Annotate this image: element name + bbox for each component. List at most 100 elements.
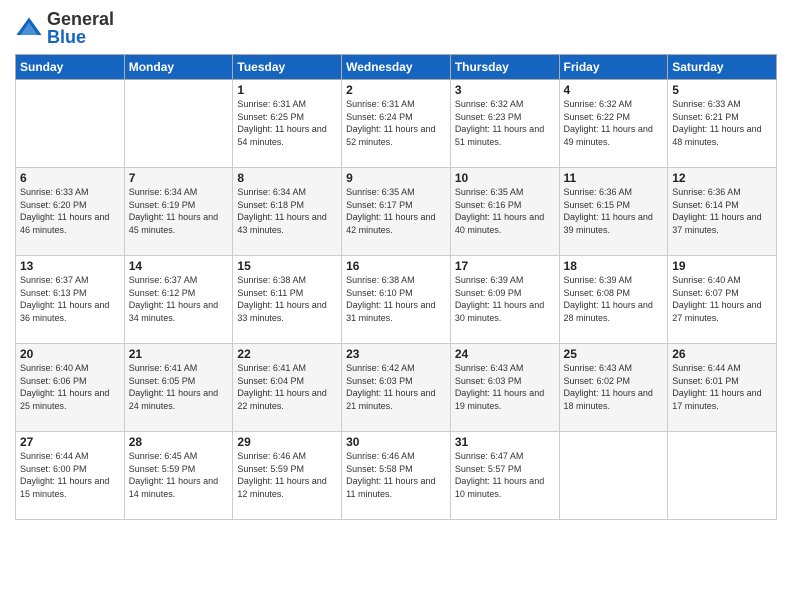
day-number: 21	[129, 347, 229, 361]
day-number: 12	[672, 171, 772, 185]
day-number: 11	[564, 171, 664, 185]
logo-general: General	[47, 9, 114, 29]
day-number: 27	[20, 435, 120, 449]
logo-blue: Blue	[47, 27, 86, 47]
day-number: 18	[564, 259, 664, 273]
day-number: 10	[455, 171, 555, 185]
day-info: Sunrise: 6:32 AM Sunset: 6:23 PM Dayligh…	[455, 98, 555, 148]
day-info: Sunrise: 6:41 AM Sunset: 6:05 PM Dayligh…	[129, 362, 229, 412]
calendar-cell: 9Sunrise: 6:35 AM Sunset: 6:17 PM Daylig…	[342, 168, 451, 256]
calendar-cell: 12Sunrise: 6:36 AM Sunset: 6:14 PM Dayli…	[668, 168, 777, 256]
week-row-4: 20Sunrise: 6:40 AM Sunset: 6:06 PM Dayli…	[16, 344, 777, 432]
calendar-cell: 24Sunrise: 6:43 AM Sunset: 6:03 PM Dayli…	[450, 344, 559, 432]
day-number: 19	[672, 259, 772, 273]
day-number: 14	[129, 259, 229, 273]
calendar-header-row: SundayMondayTuesdayWednesdayThursdayFrid…	[16, 55, 777, 80]
calendar-body: 1Sunrise: 6:31 AM Sunset: 6:25 PM Daylig…	[16, 80, 777, 520]
day-header-friday: Friday	[559, 55, 668, 80]
day-info: Sunrise: 6:34 AM Sunset: 6:19 PM Dayligh…	[129, 186, 229, 236]
calendar-cell: 17Sunrise: 6:39 AM Sunset: 6:09 PM Dayli…	[450, 256, 559, 344]
day-number: 6	[20, 171, 120, 185]
day-info: Sunrise: 6:31 AM Sunset: 6:25 PM Dayligh…	[237, 98, 337, 148]
calendar-cell: 31Sunrise: 6:47 AM Sunset: 5:57 PM Dayli…	[450, 432, 559, 520]
day-number: 17	[455, 259, 555, 273]
day-number: 22	[237, 347, 337, 361]
day-header-wednesday: Wednesday	[342, 55, 451, 80]
day-number: 4	[564, 83, 664, 97]
page: General Blue SundayMondayTuesdayWednesda…	[0, 0, 792, 612]
day-info: Sunrise: 6:46 AM Sunset: 5:58 PM Dayligh…	[346, 450, 446, 500]
week-row-5: 27Sunrise: 6:44 AM Sunset: 6:00 PM Dayli…	[16, 432, 777, 520]
calendar-cell: 2Sunrise: 6:31 AM Sunset: 6:24 PM Daylig…	[342, 80, 451, 168]
header: General Blue	[15, 10, 777, 46]
day-number: 26	[672, 347, 772, 361]
calendar-cell	[16, 80, 125, 168]
day-number: 7	[129, 171, 229, 185]
logo-icon	[15, 14, 43, 42]
calendar-cell: 13Sunrise: 6:37 AM Sunset: 6:13 PM Dayli…	[16, 256, 125, 344]
day-number: 30	[346, 435, 446, 449]
day-header-saturday: Saturday	[668, 55, 777, 80]
day-number: 28	[129, 435, 229, 449]
calendar-cell: 16Sunrise: 6:38 AM Sunset: 6:10 PM Dayli…	[342, 256, 451, 344]
calendar-cell: 5Sunrise: 6:33 AM Sunset: 6:21 PM Daylig…	[668, 80, 777, 168]
calendar-cell: 22Sunrise: 6:41 AM Sunset: 6:04 PM Dayli…	[233, 344, 342, 432]
day-info: Sunrise: 6:42 AM Sunset: 6:03 PM Dayligh…	[346, 362, 446, 412]
logo: General Blue	[15, 10, 114, 46]
day-info: Sunrise: 6:44 AM Sunset: 6:01 PM Dayligh…	[672, 362, 772, 412]
calendar-cell: 15Sunrise: 6:38 AM Sunset: 6:11 PM Dayli…	[233, 256, 342, 344]
calendar-cell: 11Sunrise: 6:36 AM Sunset: 6:15 PM Dayli…	[559, 168, 668, 256]
day-info: Sunrise: 6:31 AM Sunset: 6:24 PM Dayligh…	[346, 98, 446, 148]
calendar-cell: 4Sunrise: 6:32 AM Sunset: 6:22 PM Daylig…	[559, 80, 668, 168]
day-number: 2	[346, 83, 446, 97]
calendar-cell: 6Sunrise: 6:33 AM Sunset: 6:20 PM Daylig…	[16, 168, 125, 256]
day-info: Sunrise: 6:35 AM Sunset: 6:17 PM Dayligh…	[346, 186, 446, 236]
day-info: Sunrise: 6:35 AM Sunset: 6:16 PM Dayligh…	[455, 186, 555, 236]
calendar-cell: 19Sunrise: 6:40 AM Sunset: 6:07 PM Dayli…	[668, 256, 777, 344]
day-number: 24	[455, 347, 555, 361]
day-info: Sunrise: 6:45 AM Sunset: 5:59 PM Dayligh…	[129, 450, 229, 500]
day-info: Sunrise: 6:41 AM Sunset: 6:04 PM Dayligh…	[237, 362, 337, 412]
calendar-cell	[559, 432, 668, 520]
day-number: 1	[237, 83, 337, 97]
calendar-cell: 14Sunrise: 6:37 AM Sunset: 6:12 PM Dayli…	[124, 256, 233, 344]
day-number: 31	[455, 435, 555, 449]
day-number: 25	[564, 347, 664, 361]
calendar-cell: 21Sunrise: 6:41 AM Sunset: 6:05 PM Dayli…	[124, 344, 233, 432]
week-row-3: 13Sunrise: 6:37 AM Sunset: 6:13 PM Dayli…	[16, 256, 777, 344]
day-info: Sunrise: 6:37 AM Sunset: 6:12 PM Dayligh…	[129, 274, 229, 324]
calendar-cell: 18Sunrise: 6:39 AM Sunset: 6:08 PM Dayli…	[559, 256, 668, 344]
calendar-cell: 28Sunrise: 6:45 AM Sunset: 5:59 PM Dayli…	[124, 432, 233, 520]
day-info: Sunrise: 6:34 AM Sunset: 6:18 PM Dayligh…	[237, 186, 337, 236]
day-number: 15	[237, 259, 337, 273]
day-number: 3	[455, 83, 555, 97]
calendar-cell: 29Sunrise: 6:46 AM Sunset: 5:59 PM Dayli…	[233, 432, 342, 520]
day-info: Sunrise: 6:46 AM Sunset: 5:59 PM Dayligh…	[237, 450, 337, 500]
calendar-cell: 27Sunrise: 6:44 AM Sunset: 6:00 PM Dayli…	[16, 432, 125, 520]
day-info: Sunrise: 6:47 AM Sunset: 5:57 PM Dayligh…	[455, 450, 555, 500]
day-info: Sunrise: 6:40 AM Sunset: 6:07 PM Dayligh…	[672, 274, 772, 324]
day-header-sunday: Sunday	[16, 55, 125, 80]
calendar-cell: 1Sunrise: 6:31 AM Sunset: 6:25 PM Daylig…	[233, 80, 342, 168]
calendar-cell	[668, 432, 777, 520]
day-number: 23	[346, 347, 446, 361]
calendar-cell: 10Sunrise: 6:35 AM Sunset: 6:16 PM Dayli…	[450, 168, 559, 256]
day-number: 5	[672, 83, 772, 97]
day-header-thursday: Thursday	[450, 55, 559, 80]
day-info: Sunrise: 6:43 AM Sunset: 6:03 PM Dayligh…	[455, 362, 555, 412]
calendar: SundayMondayTuesdayWednesdayThursdayFrid…	[15, 54, 777, 520]
day-header-monday: Monday	[124, 55, 233, 80]
day-number: 13	[20, 259, 120, 273]
calendar-cell: 26Sunrise: 6:44 AM Sunset: 6:01 PM Dayli…	[668, 344, 777, 432]
calendar-cell: 8Sunrise: 6:34 AM Sunset: 6:18 PM Daylig…	[233, 168, 342, 256]
week-row-2: 6Sunrise: 6:33 AM Sunset: 6:20 PM Daylig…	[16, 168, 777, 256]
calendar-cell: 3Sunrise: 6:32 AM Sunset: 6:23 PM Daylig…	[450, 80, 559, 168]
day-info: Sunrise: 6:33 AM Sunset: 6:20 PM Dayligh…	[20, 186, 120, 236]
day-number: 29	[237, 435, 337, 449]
day-info: Sunrise: 6:43 AM Sunset: 6:02 PM Dayligh…	[564, 362, 664, 412]
day-info: Sunrise: 6:33 AM Sunset: 6:21 PM Dayligh…	[672, 98, 772, 148]
calendar-cell: 25Sunrise: 6:43 AM Sunset: 6:02 PM Dayli…	[559, 344, 668, 432]
day-info: Sunrise: 6:39 AM Sunset: 6:08 PM Dayligh…	[564, 274, 664, 324]
calendar-cell: 7Sunrise: 6:34 AM Sunset: 6:19 PM Daylig…	[124, 168, 233, 256]
day-header-tuesday: Tuesday	[233, 55, 342, 80]
